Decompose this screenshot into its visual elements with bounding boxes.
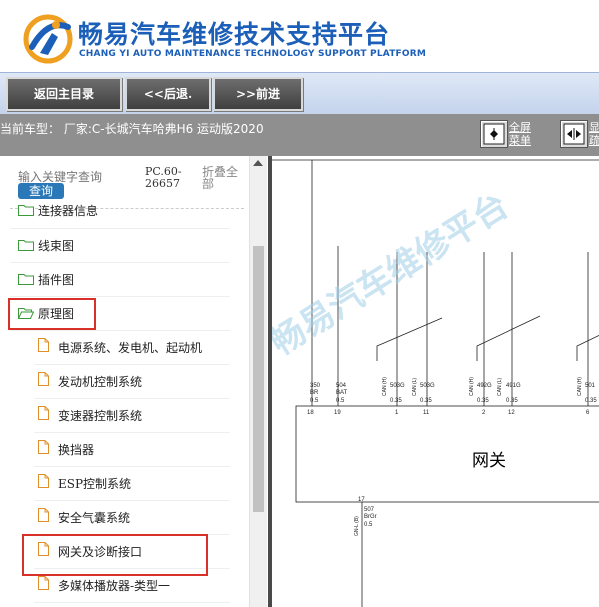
tree-item-shifter[interactable]: 换挡器	[34, 433, 230, 467]
tree-item-engine-control[interactable]: 发动机控制系统	[34, 365, 230, 399]
brand-title: 畅易汽车维修技术支持平台	[78, 20, 391, 49]
collapse-icon	[483, 123, 505, 145]
tree-item-label: 电源系统、发电机、起动机	[58, 341, 203, 355]
pin-number: 19	[334, 410, 341, 416]
file-icon	[38, 508, 49, 522]
pin-number: 17	[358, 497, 365, 503]
wire-code: 350	[310, 383, 321, 389]
signal-label: CAN (H)	[469, 377, 475, 396]
file-icon	[38, 474, 49, 488]
wire-code: 507	[364, 507, 375, 513]
signal-label: CAN (L)	[412, 378, 418, 396]
folder-icon	[18, 205, 34, 216]
wire-color: BR	[310, 390, 319, 396]
wire-code: 503G	[390, 383, 405, 389]
tree-item-label: 多媒体播放器-类型一	[58, 579, 171, 593]
expand-icon	[563, 123, 585, 145]
tree-item-airbag[interactable]: 安全气囊系统	[34, 501, 230, 535]
tree-item-power-system[interactable]: 电源系统、发电机、起动机	[34, 331, 230, 365]
tree-item-connector[interactable]: 插件图	[10, 263, 230, 297]
tree-item-label: 变速器控制系统	[58, 409, 143, 423]
tree-item-label: 连接器信息	[38, 204, 99, 218]
fullscreen-label-2[interactable]: 菜单	[509, 134, 531, 147]
wiring-diagram: 350 BR 0.5 18 504 BAT 0.5 19 503G 0.35 1…	[268, 156, 599, 607]
wire-color: BrGr	[364, 514, 377, 520]
wire-size: 0.35	[506, 398, 518, 404]
tree-item-label: 线束图	[38, 239, 75, 253]
tree-item-label: ESP控制系统	[58, 477, 132, 491]
nav-bar: 返回主目录 <<后退. >>前进	[0, 72, 599, 115]
signal-label: CAN (L)	[497, 378, 503, 396]
pin-number: 18	[307, 410, 314, 416]
extra-label-1[interactable]: 显	[589, 121, 599, 134]
tree-item-connector-info[interactable]: 连接器信息	[10, 198, 230, 229]
fullscreen-button[interactable]	[480, 120, 508, 148]
home-button[interactable]: 返回主目录	[6, 77, 122, 111]
tree-item-label: 发动机控制系统	[58, 375, 143, 389]
search-button[interactable]: 查询	[18, 183, 64, 199]
fullscreen-label-1[interactable]: 全屏	[509, 121, 531, 134]
current-vehicle-text: 当前车型： 厂家:C-长城汽车哈弗H6 运动版2020	[0, 122, 264, 136]
file-icon	[38, 372, 49, 386]
highlight-gateway	[22, 534, 208, 576]
wire-size: 0.35	[585, 398, 597, 404]
tree-item-label: 安全气囊系统	[58, 511, 131, 525]
tree-item-label: 插件图	[38, 273, 75, 287]
pin-number: 12	[508, 410, 515, 416]
wire-code: 491G	[506, 383, 521, 389]
app-header: 畅易汽车维修技术支持平台 CHANG YI AUTO MAINTENANCE T…	[0, 0, 599, 72]
tree-item-label: 换挡器	[58, 443, 95, 457]
file-icon	[38, 338, 49, 352]
wire-size: 0.35	[477, 398, 489, 404]
wire-size: 0.35	[390, 398, 402, 404]
highlight-schematic	[8, 298, 96, 330]
wire-size: 0.5	[336, 398, 345, 404]
tree-item-transmission-control[interactable]: 变速器控制系统	[34, 399, 230, 433]
wire-size: 0.35	[420, 398, 432, 404]
file-icon	[38, 406, 49, 420]
forward-button[interactable]: >>前进	[213, 77, 303, 111]
doc-code: PC.60-26657	[145, 165, 182, 190]
signal-label: CAN (H)	[577, 377, 583, 396]
pin-number: 2	[482, 410, 486, 416]
brand-subtitle: CHANG YI AUTO MAINTENANCE TECHNOLOGY SUP…	[79, 49, 427, 59]
tree-item-harness[interactable]: 线束图	[10, 229, 230, 263]
wire-code: 504	[336, 383, 347, 389]
folder-icon	[18, 240, 34, 251]
tree-item-esp[interactable]: ESP控制系统	[34, 467, 230, 501]
left-scrollbar[interactable]	[249, 156, 267, 607]
expand-button[interactable]	[560, 120, 588, 148]
wire-size: 0.5	[310, 398, 319, 404]
signal-label: CAN (H)	[382, 377, 388, 396]
file-icon	[38, 440, 49, 454]
left-panel: 查询 PC.60-26657 折叠全部 连接器信息 线束图 插件图 原理图 电源…	[0, 156, 268, 607]
gateway-label: 网关	[472, 451, 506, 471]
pin-number: 11	[423, 410, 430, 416]
scroll-up-arrow-icon[interactable]	[253, 160, 263, 166]
wire-code: 503G	[420, 383, 435, 389]
extra-label-2[interactable]: 疏	[589, 134, 599, 147]
file-icon	[38, 576, 49, 590]
back-button[interactable]: <<后退.	[125, 77, 211, 111]
scroll-thumb[interactable]	[253, 246, 264, 512]
wire-color: BAT	[336, 390, 348, 396]
vehicle-bar: 当前车型： 厂家:C-长城汽车哈弗H6 运动版2020 全屏 菜单 显 疏	[0, 114, 599, 156]
pin-number: 1	[395, 410, 399, 416]
wire-size: 0.5	[364, 522, 373, 528]
diagram-canvas: 350 BR 0.5 18 504 BAT 0.5 19 503G 0.35 1…	[272, 159, 599, 607]
wire-code: 501	[585, 383, 596, 389]
signal-label: GN-L (B)	[354, 516, 360, 536]
folder-icon	[18, 274, 34, 285]
cy-logo-icon	[23, 14, 73, 64]
collapse-all-link[interactable]: 折叠全部	[202, 166, 242, 190]
pin-number: 6	[586, 410, 590, 416]
wire-code: 492G	[477, 383, 492, 389]
